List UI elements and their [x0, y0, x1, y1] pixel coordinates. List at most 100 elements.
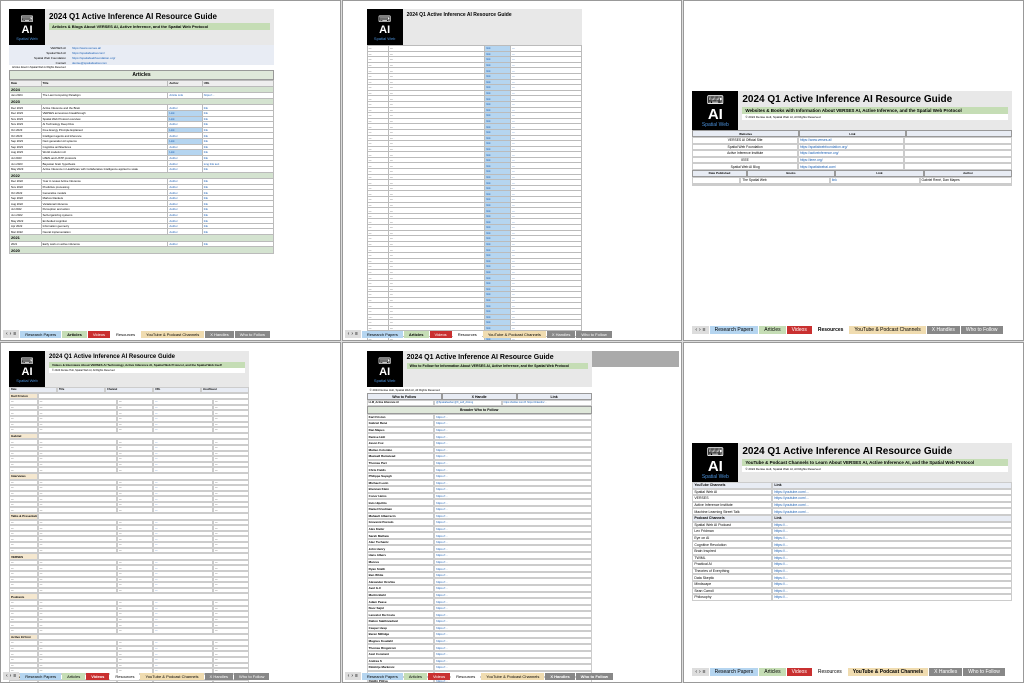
- person-link[interactable]: https://...: [434, 598, 592, 605]
- person-link[interactable]: https://...: [434, 466, 592, 473]
- person-link[interactable]: https://...: [434, 578, 592, 585]
- site-link[interactable]: https://spatialwebfoundation.org/: [798, 144, 904, 151]
- tab-resources[interactable]: Resources: [813, 668, 847, 676]
- tab-xhandles[interactable]: X Handles: [547, 331, 575, 338]
- tab-nav[interactable]: ‹›≡: [3, 330, 19, 338]
- chevron-left-icon[interactable]: ‹: [348, 331, 350, 337]
- tab-videos[interactable]: Videos: [787, 326, 812, 334]
- podcast-link[interactable]: https://...: [772, 588, 1012, 595]
- menu-icon[interactable]: ≡: [355, 331, 358, 337]
- person-link[interactable]: https://...: [434, 592, 592, 599]
- chevron-left-icon[interactable]: ‹: [348, 673, 350, 679]
- tab-articles[interactable]: Articles: [62, 673, 85, 680]
- tab-articles[interactable]: Articles: [404, 331, 429, 338]
- person-link[interactable]: https://...: [434, 440, 592, 447]
- podcast-link[interactable]: https://...: [772, 548, 1012, 555]
- tab-resources[interactable]: Resources: [451, 673, 480, 680]
- tab-research-papers[interactable]: Research Papers: [20, 331, 61, 338]
- tab-resources[interactable]: Resources: [453, 331, 482, 338]
- podcast-link[interactable]: https://...: [772, 555, 1012, 562]
- tab-youtube[interactable]: YouTube & Podcast Channels: [483, 331, 546, 338]
- tab-articles[interactable]: Articles: [759, 668, 785, 676]
- channel-link[interactable]: https://youtube.com/...: [772, 508, 1012, 515]
- tab-videos[interactable]: Videos: [428, 673, 450, 680]
- person-link[interactable]: https://...: [434, 565, 592, 572]
- channel-link[interactable]: https://youtube.com/...: [772, 489, 1012, 496]
- person-link[interactable]: https://...: [434, 618, 592, 625]
- person-link[interactable]: https://...: [434, 414, 592, 421]
- podcast-link[interactable]: https://...: [772, 574, 1012, 581]
- tab-research-papers[interactable]: Research Papers: [710, 326, 759, 334]
- person-link[interactable]: https://...: [434, 519, 592, 526]
- tab-nav[interactable]: ‹›≡: [345, 330, 361, 338]
- person-link[interactable]: https://...: [434, 545, 592, 552]
- chevron-right-icon[interactable]: ›: [351, 331, 353, 337]
- book-link[interactable]: link: [830, 177, 920, 184]
- chevron-right-icon[interactable]: ›: [351, 673, 353, 679]
- xhandle[interactable]: @Spatialwebai @X_self_driving: [434, 400, 502, 406]
- chevron-right-icon[interactable]: ›: [699, 327, 701, 333]
- chevron-left-icon[interactable]: ‹: [695, 669, 697, 675]
- menu-icon[interactable]: ≡: [13, 331, 16, 337]
- person-link[interactable]: https://...: [434, 644, 592, 651]
- chevron-right-icon[interactable]: ›: [10, 673, 12, 679]
- person-link[interactable]: https://...: [434, 572, 592, 579]
- person-link[interactable]: https://...: [434, 447, 592, 454]
- person-link[interactable]: https://...: [434, 605, 592, 612]
- tab-xhandles[interactable]: X Handles: [205, 673, 233, 680]
- podcast-link[interactable]: https://...: [772, 581, 1012, 588]
- person-link[interactable]: https://...: [434, 631, 592, 638]
- person-link[interactable]: https://...: [434, 638, 592, 645]
- chevron-left-icon[interactable]: ‹: [6, 673, 8, 679]
- person-link[interactable]: https://...: [434, 486, 592, 493]
- person-link[interactable]: https://...: [434, 420, 592, 427]
- channel-link[interactable]: https://youtube.com/...: [772, 502, 1012, 509]
- menu-icon[interactable]: ≡: [703, 327, 706, 333]
- person-link[interactable]: https://...: [434, 499, 592, 506]
- tab-research-papers[interactable]: Research Papers: [710, 668, 759, 676]
- person-link[interactable]: https://...: [434, 460, 592, 467]
- person-link[interactable]: https://...: [434, 585, 592, 592]
- tab-nav[interactable]: ‹›≡: [692, 326, 708, 334]
- podcast-link[interactable]: https://...: [772, 528, 1012, 535]
- podcast-link[interactable]: https://...: [772, 541, 1012, 548]
- person-link[interactable]: https://...: [434, 625, 592, 632]
- person-link[interactable]: https://...: [434, 559, 592, 566]
- tab-articles[interactable]: Articles: [62, 331, 87, 338]
- tab-xhandles[interactable]: X Handles: [927, 326, 960, 334]
- podcast-link[interactable]: https://...: [772, 561, 1012, 568]
- tab-videos[interactable]: Videos: [787, 668, 812, 676]
- chevron-left-icon[interactable]: ‹: [695, 327, 697, 333]
- channel-link[interactable]: https://youtube.com/...: [772, 495, 1012, 502]
- person-link[interactable]: https://...: [434, 473, 592, 480]
- tab-research-papers[interactable]: Research Papers: [20, 673, 61, 680]
- link[interactable]: https://twitter.com/X https://linkedin/.…: [502, 400, 592, 406]
- tab-nav[interactable]: ‹›≡: [3, 672, 19, 680]
- tab-articles[interactable]: Articles: [404, 673, 427, 680]
- tab-who-to-follow[interactable]: Who to Follow: [235, 331, 270, 338]
- tab-xhandles[interactable]: X Handles: [205, 331, 233, 338]
- tab-resources[interactable]: Resources: [813, 326, 849, 334]
- site-link[interactable]: https://ieee.org/: [798, 157, 904, 164]
- person-link[interactable]: https://...: [434, 539, 592, 546]
- person-link[interactable]: https://...: [434, 526, 592, 533]
- tab-articles[interactable]: Articles: [759, 326, 785, 334]
- chevron-right-icon[interactable]: ›: [699, 669, 701, 675]
- tab-research-papers[interactable]: Research Papers: [362, 673, 403, 680]
- person-link[interactable]: https://...: [434, 532, 592, 539]
- tab-who-to-follow[interactable]: Who to Follow: [576, 331, 611, 338]
- podcast-link[interactable]: https://...: [772, 535, 1012, 542]
- person-link[interactable]: https://...: [434, 552, 592, 559]
- person-link[interactable]: https://...: [434, 658, 592, 665]
- person-link[interactable]: https://...: [434, 480, 592, 487]
- tab-videos[interactable]: Videos: [430, 331, 452, 338]
- tab-who-to-follow[interactable]: Who to Follow: [961, 326, 1003, 334]
- person-link[interactable]: https://...: [434, 664, 592, 671]
- tab-who-to-follow[interactable]: Who to Follow: [963, 668, 1005, 676]
- person-link[interactable]: https://...: [434, 427, 592, 434]
- person-link[interactable]: https://...: [434, 433, 592, 440]
- site-link[interactable]: https://spatialwebai.com/: [798, 163, 904, 170]
- podcast-link[interactable]: https://...: [772, 594, 1012, 601]
- tab-who-to-follow[interactable]: Who to Follow: [576, 673, 613, 680]
- tab-resources[interactable]: Resources: [111, 331, 140, 338]
